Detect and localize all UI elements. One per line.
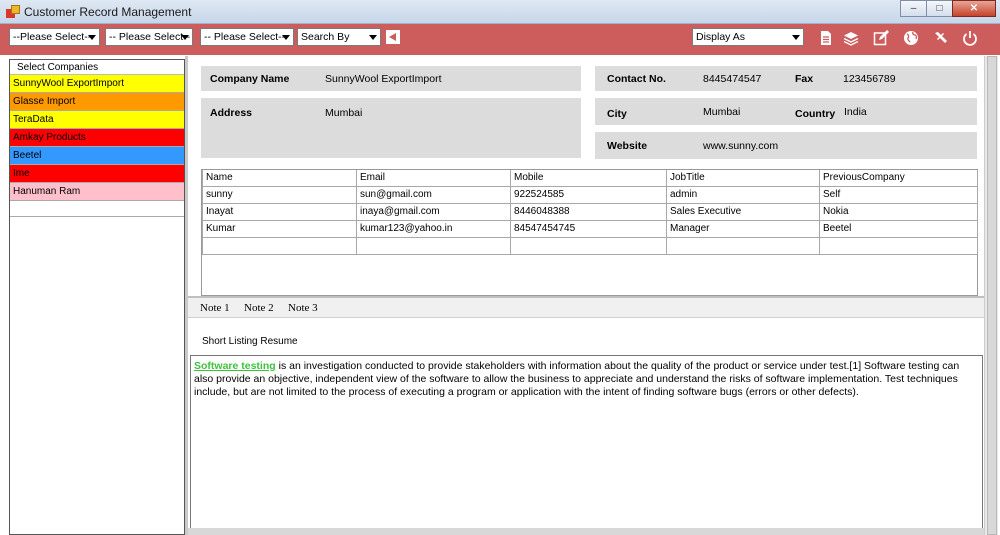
table-row[interactable]: Kumar kumar123@yahoo.in 84547454745 Manager… <box>202 219 978 238</box>
table-cell[interactable]: Kumar <box>202 219 357 238</box>
address-value: Mumbai <box>325 107 363 119</box>
filter-select-2[interactable]: -- Please Select-- <box>105 28 193 46</box>
notes-tab-strip: Note 1 Note 2 Note 3 <box>188 298 995 318</box>
table-cell[interactable]: 922524585 <box>510 185 667 204</box>
close-button[interactable]: ✕ <box>952 0 996 17</box>
address-panel: Address Mumbai <box>201 98 581 158</box>
city-country-panel: City Mumbai Country India <box>595 98 977 125</box>
table-cell[interactable]: inaya@gmail.com <box>356 202 511 221</box>
search-by-select[interactable]: Search By <box>297 28 381 46</box>
table-cell[interactable]: Inayat <box>202 202 357 221</box>
note-editor[interactable]: Software testing is an investigation con… <box>190 355 983 535</box>
tab-note-3[interactable]: Note 3 <box>288 302 318 314</box>
chevron-down-icon <box>181 35 189 40</box>
table-row[interactable]: sunny sun@gmail.com 922524585 admin Self <box>202 185 978 204</box>
website-label: Website <box>607 140 648 152</box>
table-cell[interactable]: sun@gmail.com <box>356 185 511 204</box>
note-link[interactable]: Software testing <box>194 360 276 372</box>
toolbar: --Please Select-- -- Please Select-- -- … <box>0 24 1000 55</box>
title-bar: Customer Record Management – □ ✕ <box>0 0 1000 24</box>
note-title: Short Listing Resume <box>202 336 298 347</box>
filter-select-1[interactable]: --Please Select-- <box>9 28 100 46</box>
chevron-down-icon <box>282 35 290 40</box>
column-header[interactable]: Email <box>356 170 511 187</box>
company-item[interactable]: Beetel <box>10 147 184 165</box>
back-icon[interactable] <box>386 30 400 44</box>
company-item[interactable]: Amkay Products <box>10 129 184 147</box>
scrollbar-thumb[interactable] <box>987 56 997 535</box>
company-item[interactable]: Glasse Import <box>10 93 184 111</box>
vertical-scrollbar[interactable] <box>984 56 998 535</box>
company-item[interactable]: Ime <box>10 165 184 183</box>
table-cell[interactable]: Sales Executive <box>666 202 820 221</box>
table-row[interactable] <box>202 236 978 255</box>
country-label: Country <box>795 108 836 120</box>
minimize-button[interactable]: – <box>900 0 927 17</box>
companies-list: Select Companies SunnyWool ExportImport G… <box>9 59 185 535</box>
table-cell[interactable]: admin <box>666 185 820 204</box>
table-cell[interactable] <box>510 236 667 255</box>
company-item[interactable]: Hanuman Ram <box>10 183 184 201</box>
tools-icon[interactable] <box>933 30 949 46</box>
fax-value: 123456789 <box>843 73 896 85</box>
globe-icon[interactable] <box>903 30 919 46</box>
chevron-down-icon <box>88 35 96 40</box>
column-header[interactable]: Mobile <box>510 170 667 187</box>
layers-icon[interactable] <box>843 30 859 46</box>
document-icon[interactable] <box>818 30 834 46</box>
website-panel: Website www.sunny.com <box>595 132 977 159</box>
tab-note-1[interactable]: Note 1 <box>200 302 230 314</box>
contact-label: Contact No. <box>607 73 666 85</box>
table-row[interactable]: Inayat inaya@gmail.com 8446048388 Sales Exe… <box>202 202 978 221</box>
table-cell[interactable]: Manager <box>666 219 820 238</box>
fax-label: Fax <box>795 73 814 85</box>
tab-note-2[interactable]: Note 2 <box>244 302 274 314</box>
table-cell[interactable]: Nokia <box>819 202 978 221</box>
contacts-grid: Name Email Mobile JobTitle PreviousCompany s… <box>201 169 978 296</box>
column-header[interactable]: PreviousCompany <box>819 170 978 187</box>
edit-icon[interactable] <box>873 30 889 46</box>
city-value: Mumbai <box>703 106 741 118</box>
note-body: is an investigation conducted to provide… <box>194 360 960 398</box>
table-cell[interactable]: 84547454745 <box>510 219 667 238</box>
company-name-value: SunnyWool ExportImport <box>325 73 442 85</box>
display-as-select[interactable]: Display As <box>692 28 804 46</box>
table-cell[interactable] <box>202 236 357 255</box>
chevron-down-icon <box>369 35 377 40</box>
company-item[interactable]: SunnyWool ExportImport <box>10 75 184 93</box>
filter-select-3[interactable]: -- Please Select-- <box>200 28 294 46</box>
country-value: India <box>844 106 867 118</box>
table-cell[interactable] <box>666 236 820 255</box>
maximize-button[interactable]: □ <box>926 0 953 17</box>
table-cell[interactable]: Self <box>819 185 978 204</box>
table-cell[interactable]: Beetel <box>819 219 978 238</box>
contact-value: 8445474547 <box>703 73 762 85</box>
table-cell[interactable] <box>819 236 978 255</box>
company-item[interactable]: TeraData <box>10 111 184 129</box>
table-cell[interactable] <box>356 236 511 255</box>
contact-panel: Contact No. 8445474547 Fax 123456789 <box>595 66 977 91</box>
company-name-panel: Company Name SunnyWool ExportImport <box>201 66 581 91</box>
table-cell[interactable]: sunny <box>202 185 357 204</box>
horizontal-scrollbar[interactable] <box>188 528 984 535</box>
window-title: Customer Record Management <box>24 5 192 19</box>
address-label: Address <box>210 107 253 119</box>
website-value: www.sunny.com <box>703 140 779 152</box>
companies-list-header: Select Companies <box>10 60 184 75</box>
column-header[interactable]: Name <box>202 170 357 187</box>
power-icon[interactable] <box>962 30 978 46</box>
table-cell[interactable]: 8446048388 <box>510 202 667 221</box>
app-icon <box>6 5 20 18</box>
chevron-down-icon <box>792 35 800 40</box>
company-name-label: Company Name <box>210 73 290 85</box>
column-header[interactable]: JobTitle <box>666 170 820 187</box>
city-label: City <box>607 108 627 120</box>
table-cell[interactable]: kumar123@yahoo.in <box>356 219 511 238</box>
